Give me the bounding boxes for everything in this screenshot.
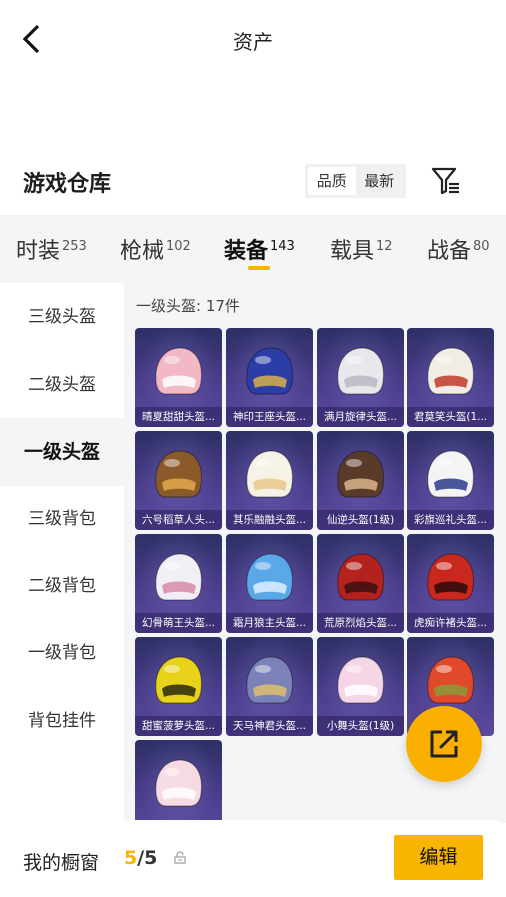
helmet-item-label: 虎痴许褚头盔...: [407, 613, 494, 633]
helmet-item[interactable]: 晴夏甜甜头盔...: [135, 328, 222, 427]
subcategory-item[interactable]: 三级头盔: [0, 283, 124, 351]
subcategory-item[interactable]: 二级背包: [0, 552, 124, 620]
helmet-item-label: 君莫笑头盔(1...: [407, 407, 494, 427]
helmet-item[interactable]: 幻骨萌王头盔...: [135, 534, 222, 633]
tab-count: 143: [270, 238, 295, 254]
helmet-item-label: 霜月狼主头盔...: [226, 613, 313, 633]
tab-label: 枪械: [120, 239, 165, 264]
helmet-icon: [337, 656, 385, 704]
helmet-icon: [155, 656, 203, 704]
helmet-icon: [246, 450, 294, 498]
helmet-item[interactable]: 虎痴许褚头盔...: [407, 534, 494, 633]
sort-option-latest[interactable]: 最新: [356, 167, 404, 195]
helmet-item-label: 晴夏甜甜头盔...: [135, 407, 222, 427]
tab-count: 102: [166, 238, 191, 254]
helmet-item-label: 其乐融融头盔...: [226, 510, 313, 530]
helmet-item-label: 六号稻草人头...: [135, 510, 222, 530]
helmet-icon: [427, 347, 475, 395]
helmet-icon: [155, 553, 203, 601]
helmet-item-label: 彩旗巡礼头盔...: [407, 510, 494, 530]
tab-label: 载具: [330, 239, 375, 264]
showcase-bar: 我的橱窗 5/5 编辑: [0, 820, 506, 897]
helmet-item[interactable]: 霜月狼主头盔...: [226, 534, 313, 633]
showcase-count: 5/5: [124, 847, 157, 869]
helmet-icon: [337, 347, 385, 395]
helmet-icon: [427, 553, 475, 601]
subcategory-item[interactable]: 三级背包: [0, 485, 124, 553]
subcategory-item[interactable]: 二级头盔: [0, 351, 124, 419]
helmet-item[interactable]: [135, 740, 222, 823]
share-button[interactable]: [406, 706, 482, 782]
helmet-item[interactable]: 君莫笑头盔(1...: [407, 328, 494, 427]
helmet-item[interactable]: 小舞头盔(1级): [317, 637, 404, 736]
page-title: 资产: [233, 30, 273, 54]
helmet-item[interactable]: 六号稻草人头...: [135, 431, 222, 530]
showcase-total: /5: [137, 847, 158, 869]
helmet-icon: [427, 656, 475, 704]
helmet-item[interactable]: 仙逆头盔(1级): [317, 431, 404, 530]
helmet-item[interactable]: 神印王座头盔...: [226, 328, 313, 427]
tab-label: 装备: [224, 239, 269, 264]
helmet-item[interactable]: 彩旗巡礼头盔...: [407, 431, 494, 530]
helmet-item-label: 甜蜜菠萝头盔...: [135, 716, 222, 736]
tab-label: 时装: [16, 239, 61, 264]
tab-vehicles[interactable]: 载具 12: [330, 233, 393, 265]
showcase-label: 我的橱窗: [23, 852, 100, 874]
tab-count: 253: [62, 238, 87, 254]
active-tab-indicator: [248, 266, 270, 270]
subcategory-nav: 三级头盔 二级头盔 一级头盔 三级背包 二级背包 一级背包 背包挂件: [0, 283, 124, 823]
helmet-item-label: 荒原烈焰头盔...: [317, 613, 404, 633]
helmet-icon: [246, 656, 294, 704]
tab-count: 12: [376, 238, 393, 254]
tab-tactical[interactable]: 战备 80: [427, 233, 490, 265]
subcategory-item[interactable]: 一级头盔: [0, 418, 124, 486]
lock-icon: [174, 851, 186, 864]
helmet-item[interactable]: 满月旋律头盔...: [317, 328, 404, 427]
helmet-item-label: 天马神君头盔...: [226, 716, 313, 736]
tab-count: 80: [473, 238, 490, 254]
helmet-icon: [337, 553, 385, 601]
sort-option-quality[interactable]: 品质: [308, 167, 356, 195]
helmet-item-label: 小舞头盔(1级): [317, 716, 404, 736]
panel-header: 一级头盔: 17件: [136, 297, 240, 315]
showcase-current: 5: [124, 847, 138, 869]
tab-label: 战备: [427, 239, 472, 264]
helmet-icon: [427, 450, 475, 498]
helmet-item[interactable]: 甜蜜菠萝头盔...: [135, 637, 222, 736]
helmet-item[interactable]: 天马神君头盔...: [226, 637, 313, 736]
helmet-item[interactable]: 其乐融融头盔...: [226, 431, 313, 530]
subcategory-item[interactable]: 背包挂件: [0, 687, 124, 755]
helmet-icon: [155, 759, 203, 807]
sort-toggle: 品质 最新: [305, 164, 406, 198]
helmet-item-label: 神印王座头盔...: [226, 407, 313, 427]
filter-icon: [431, 167, 459, 195]
helmet-item[interactable]: 荒原烈焰头盔...: [317, 534, 404, 633]
helmet-icon: [155, 450, 203, 498]
helmet-icon: [246, 553, 294, 601]
helmet-item-label: 仙逆头盔(1级): [317, 510, 404, 530]
helmet-icon: [337, 450, 385, 498]
tab-guns[interactable]: 枪械 102: [120, 233, 191, 265]
header: 资产: [0, 0, 506, 80]
helmet-icon: [246, 347, 294, 395]
filter-button[interactable]: [430, 165, 462, 197]
edit-button[interactable]: 编辑: [394, 835, 483, 880]
helmet-item-label: 幻骨萌王头盔...: [135, 613, 222, 633]
helmet-item-label: 满月旋律头盔...: [317, 407, 404, 427]
helmet-icon: [155, 347, 203, 395]
tab-equipment[interactable]: 装备 143: [224, 233, 295, 265]
share-icon: [430, 730, 458, 758]
category-tabs: 时装 253 枪械 102 装备 143 载具 12 战备 80: [0, 215, 506, 283]
subcategory-item[interactable]: 一级背包: [0, 619, 124, 687]
tab-fashion[interactable]: 时装 253: [16, 233, 87, 265]
section-title: 游戏仓库: [23, 172, 112, 197]
